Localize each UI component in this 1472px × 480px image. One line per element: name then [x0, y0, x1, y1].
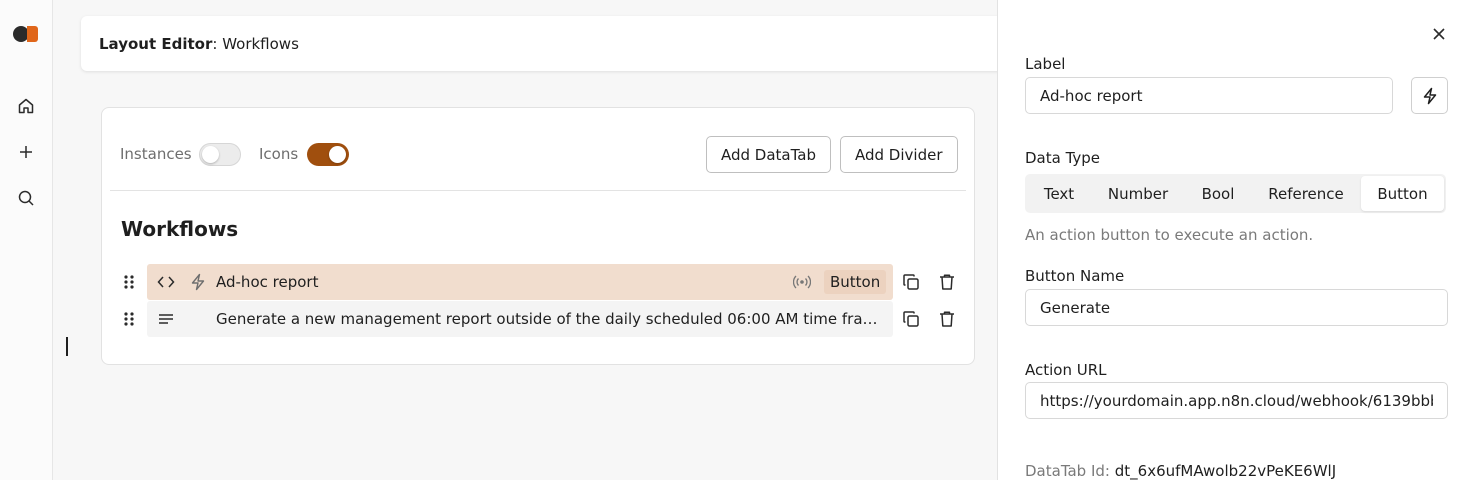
home-icon[interactable] [16, 96, 36, 116]
bolt-icon [1423, 87, 1436, 104]
label-field-title: Label [1025, 55, 1066, 73]
data-type-hint: An action button to execute an action. [1025, 226, 1314, 244]
layout-toolbar: Instances Icons Add DataTab Add Divider [102, 108, 974, 191]
data-type-option-button[interactable]: Button [1361, 176, 1444, 211]
header-title-bold: Layout Editor [99, 34, 213, 53]
add-divider-button[interactable]: Add Divider [840, 136, 958, 173]
data-type-option-reference[interactable]: Reference [1251, 176, 1361, 211]
data-type-title: Data Type [1025, 149, 1101, 167]
table-row[interactable]: Generate a new management report outside… [102, 301, 974, 337]
plus-icon[interactable] [16, 142, 36, 162]
table-row[interactable]: Ad-hoc report Button [102, 264, 974, 300]
copy-icon[interactable] [901, 272, 921, 292]
action-url-title: Action URL [1025, 361, 1107, 379]
bolt-button[interactable] [1411, 77, 1448, 114]
button-name-title: Button Name [1025, 267, 1125, 285]
button-name-input[interactable] [1025, 289, 1448, 326]
data-type-option-number[interactable]: Number [1091, 176, 1185, 211]
action-url-input[interactable] [1025, 382, 1448, 419]
data-type-option-text[interactable]: Text [1027, 176, 1091, 211]
add-datatab-button[interactable]: Add DataTab [706, 136, 832, 173]
search-icon[interactable] [16, 188, 36, 208]
row-label: Generate a new management report outside… [216, 310, 878, 328]
label-input[interactable] [1025, 77, 1393, 114]
instances-toggle[interactable] [199, 143, 241, 166]
layout-card: Instances Icons Add DataTab Add Divider … [101, 107, 975, 365]
broadcast-icon [792, 273, 812, 291]
close-icon[interactable] [1430, 25, 1448, 43]
datatab-id-value: dt_6x6ufMAwolb22vPeKE6WlJ [1114, 462, 1337, 480]
app-logo-icon[interactable] [13, 24, 39, 44]
header-title-rest: : Workflows [212, 34, 299, 53]
text-lines-icon [157, 310, 175, 328]
drag-handle-icon[interactable] [122, 310, 136, 328]
row-type-badge: Button [824, 270, 887, 294]
datatab-id: DataTab Id: dt_6x6ufMAwolb22vPeKE6WlJ [1025, 462, 1336, 480]
trash-icon[interactable] [937, 272, 957, 292]
icons-label: Icons [259, 145, 299, 163]
data-type-option-bool[interactable]: Bool [1185, 176, 1251, 211]
code-icon[interactable] [157, 273, 175, 291]
toolbar-divider [110, 190, 966, 191]
left-rail [0, 0, 53, 480]
instances-label: Instances [120, 145, 192, 163]
section-title: Workflows [121, 217, 239, 241]
icons-toggle[interactable] [307, 143, 349, 166]
properties-panel: Label Data Type Text Number Bool Referen… [997, 0, 1472, 480]
data-type-segmented-control: Text Number Bool Reference Button [1025, 174, 1446, 213]
bolt-icon [189, 272, 207, 292]
row-label: Ad-hoc report [216, 273, 319, 291]
trash-icon[interactable] [937, 309, 957, 329]
page-header: Layout Editor : Workflows [81, 16, 1021, 71]
copy-icon[interactable] [901, 309, 921, 329]
text-cursor [66, 337, 68, 356]
datatab-id-label: DataTab Id: [1025, 462, 1110, 480]
drag-handle-icon[interactable] [122, 273, 136, 291]
